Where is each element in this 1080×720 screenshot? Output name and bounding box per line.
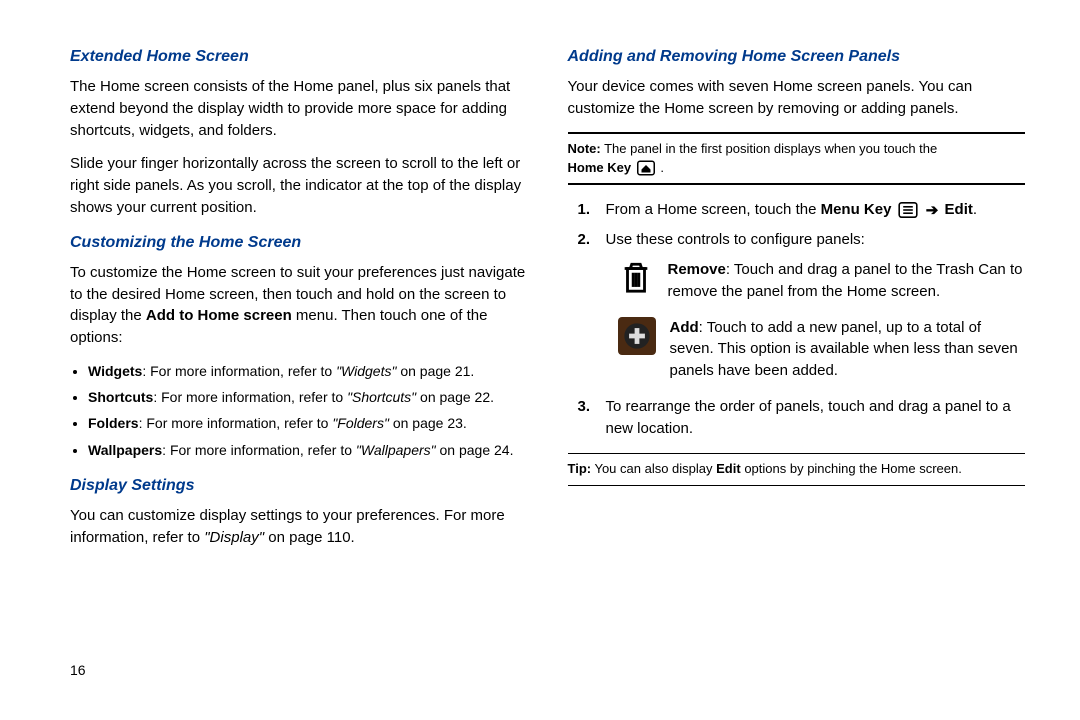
text: on page 24. [436, 442, 514, 458]
home-key-label: Home Key [568, 160, 632, 175]
arrow-icon: ➔ [926, 200, 939, 222]
note-label: Note: [568, 141, 601, 156]
reference-link: "Display" [204, 529, 264, 546]
text: on page 21. [396, 363, 474, 379]
paragraph: The Home screen consists of the Home pan… [70, 76, 528, 141]
step-number: 2. [578, 229, 606, 251]
list-item: Folders: For more information, refer to … [88, 413, 528, 433]
page-number: 16 [70, 660, 86, 680]
option-label: Widgets [88, 363, 142, 379]
text: You can also display [591, 461, 716, 476]
step-1: 1. From a Home screen, touch the Menu Ke… [578, 199, 1026, 221]
list-item: Shortcuts: For more information, refer t… [88, 387, 528, 407]
edit-label: Edit [716, 461, 741, 476]
option-label: Wallpapers [88, 442, 162, 458]
list-item: Widgets: For more information, refer to … [88, 361, 528, 381]
text: : For more information, refer to [139, 415, 333, 431]
menu-name-bold: Add to Home screen [146, 307, 292, 324]
step-2: 2. Use these controls to configure panel… [578, 229, 1026, 251]
list-item: Wallpapers: For more information, refer … [88, 440, 528, 460]
reference-link: "Wallpapers" [356, 442, 436, 458]
text: : Touch to add a new panel, up to a tota… [670, 319, 1018, 380]
add-control: Add: Touch to add a new panel, up to a t… [618, 317, 1026, 382]
heading-customizing: Customizing the Home Screen [70, 231, 528, 254]
panel-controls: Remove: Touch and drag a panel to the Tr… [618, 259, 1026, 382]
manual-page: Extended Home Screen The Home screen con… [0, 0, 1080, 720]
paragraph: To customize the Home screen to suit you… [70, 262, 528, 349]
text: . [973, 201, 977, 218]
control-label: Remove [668, 261, 726, 278]
step-body: Use these controls to configure panels: [606, 229, 1026, 251]
menu-key-label: Menu Key [821, 201, 892, 218]
control-text: Add: Touch to add a new panel, up to a t… [670, 317, 1026, 382]
paragraph: Slide your finger horizontally across th… [70, 153, 528, 218]
step-number: 1. [578, 199, 606, 221]
right-column: Adding and Removing Home Screen Panels Y… [568, 45, 1026, 720]
reference-link: "Widgets" [336, 363, 396, 379]
menu-key-icon [898, 202, 918, 218]
tip-label: Tip: [568, 461, 592, 476]
left-column: Extended Home Screen The Home screen con… [70, 45, 528, 720]
text: The panel in the first position displays… [601, 141, 938, 156]
option-label: Folders [88, 415, 139, 431]
home-key-icon [637, 160, 655, 176]
text: options by pinching the Home screen. [741, 461, 962, 476]
text: From a Home screen, touch the [606, 201, 821, 218]
text: : For more information, refer to [162, 442, 356, 458]
option-label: Shortcuts [88, 389, 153, 405]
remove-control: Remove: Touch and drag a panel to the Tr… [618, 259, 1026, 303]
paragraph: Your device comes with seven Home screen… [568, 76, 1026, 120]
reference-link: "Shortcuts" [347, 389, 416, 405]
step-3: 3. To rearrange the order of panels, tou… [578, 396, 1026, 440]
trash-icon [618, 259, 654, 295]
step-number: 3. [578, 396, 606, 440]
text: on page 22. [416, 389, 494, 405]
note-box: Note: The panel in the first position di… [568, 132, 1026, 186]
step-body: To rearrange the order of panels, touch … [606, 396, 1026, 440]
tip-box: Tip: You can also display Edit options b… [568, 453, 1026, 486]
steps-list: 1. From a Home screen, touch the Menu Ke… [578, 199, 1026, 439]
edit-label: Edit [945, 201, 973, 218]
heading-display-settings: Display Settings [70, 474, 528, 497]
heading-extended-home: Extended Home Screen [70, 45, 528, 68]
options-list: Widgets: For more information, refer to … [70, 361, 528, 460]
control-label: Add [670, 319, 699, 336]
text: : For more information, refer to [142, 363, 336, 379]
step-body: From a Home screen, touch the Menu Key ➔… [606, 199, 1026, 221]
text: on page 23. [389, 415, 467, 431]
text: : For more information, refer to [153, 389, 347, 405]
add-icon [618, 317, 656, 355]
heading-adding-removing: Adding and Removing Home Screen Panels [568, 45, 1026, 68]
control-text: Remove: Touch and drag a panel to the Tr… [668, 259, 1026, 303]
paragraph: You can customize display settings to yo… [70, 505, 528, 549]
text: on page 110. [264, 529, 355, 546]
reference-link: "Folders" [332, 415, 389, 431]
text: . [657, 160, 664, 175]
